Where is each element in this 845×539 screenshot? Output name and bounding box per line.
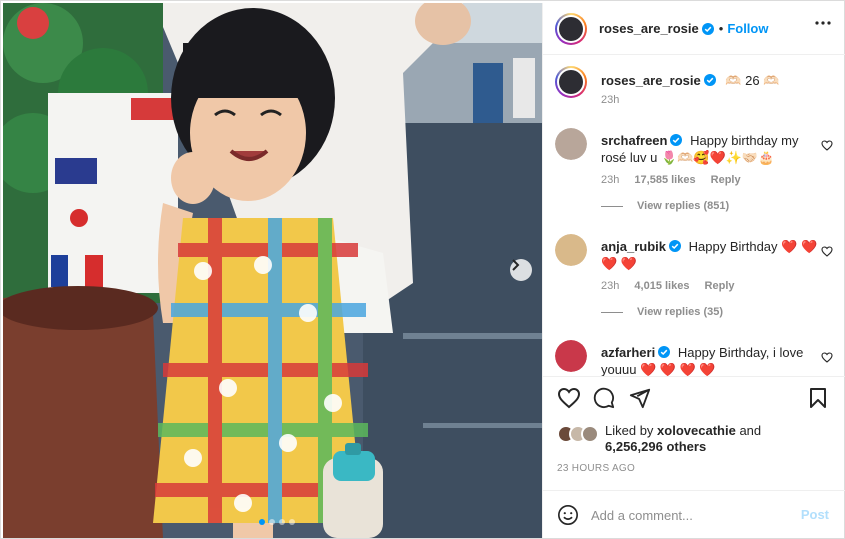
comment-bubble-icon[interactable] — [593, 387, 615, 409]
commenter-username[interactable]: anja_rubik — [601, 239, 666, 254]
verified-badge-icon — [703, 74, 716, 86]
post-timestamp: 23 HOURS AGO — [557, 463, 636, 474]
instagram-post-modal: roses_are_rosie • Follow roses_are_rosie… — [0, 0, 845, 539]
view-replies-label: View replies (851) — [637, 200, 730, 212]
likes-count[interactable]: 6,256,296 others — [605, 439, 706, 454]
likes-summary[interactable]: Liked by xolovecathie and 6,256,296 othe… — [557, 421, 845, 457]
verified-badge-icon — [658, 346, 671, 358]
commenter-username[interactable]: azfarheri — [601, 345, 655, 360]
add-comment-bar: Post — [543, 490, 845, 538]
commenter-avatar[interactable] — [555, 128, 587, 160]
comment-likes[interactable]: 17,585 likes — [634, 174, 695, 186]
commenter-username[interactable]: srchafreen — [601, 133, 667, 148]
post-side-panel: roses_are_rosie • Follow roses_are_rosie… — [542, 3, 845, 538]
carousel-dot — [279, 519, 285, 525]
save-bookmark-icon[interactable] — [809, 387, 827, 409]
like-comment-heart-icon[interactable] — [821, 352, 833, 363]
reply-button[interactable]: Reply — [705, 280, 735, 292]
commenter-avatar[interactable] — [555, 340, 587, 372]
more-options-icon[interactable] — [815, 21, 831, 25]
post-comment-button[interactable]: Post — [801, 507, 829, 522]
emoji-smiley-icon[interactable] — [557, 504, 579, 526]
comment-input[interactable] — [591, 505, 791, 525]
like-comment-heart-icon[interactable] — [821, 140, 833, 151]
comment-item: azfarheri Happy Birthday, i love youuu ❤… — [555, 340, 835, 376]
comment-time: 23h — [601, 174, 620, 186]
carousel-dot — [289, 519, 295, 525]
liker-avatars — [557, 425, 601, 445]
share-paper-plane-icon[interactable] — [629, 387, 651, 409]
carousel-dot — [269, 519, 275, 525]
post-photo[interactable] — [3, 3, 542, 538]
caption-text: 🫶🏻 26 🫶🏻 — [725, 73, 780, 88]
photo-illustration — [3, 3, 542, 538]
commenter-avatar[interactable] — [555, 234, 587, 266]
likes-prefix: Liked by — [605, 423, 654, 438]
caption-time: 23h — [601, 94, 620, 106]
liker-username[interactable]: xolovecathie — [657, 423, 736, 438]
comment-likes[interactable]: 4,015 likes — [634, 280, 689, 292]
comments-list[interactable]: roses_are_rosie 🫶🏻 26 🫶🏻 23h srchafreen … — [543, 56, 845, 376]
caption-avatar[interactable] — [555, 66, 587, 98]
header-separator: • — [718, 21, 724, 36]
comment-time: 23h — [601, 280, 620, 292]
post-caption: roses_are_rosie 🫶🏻 26 🫶🏻 23h — [555, 66, 835, 116]
author-username[interactable]: roses_are_rosie — [599, 21, 699, 36]
post-header: roses_are_rosie • Follow — [543, 3, 845, 55]
like-comment-heart-icon[interactable] — [821, 246, 833, 257]
verified-badge-icon — [701, 22, 714, 35]
view-replies-button[interactable]: View replies (35) — [601, 306, 723, 318]
comment-item: srchafreen Happy birthday my rosé luv u … — [555, 128, 835, 208]
reply-button[interactable]: Reply — [711, 174, 741, 186]
likes-conjunction: and — [739, 423, 762, 438]
post-action-bar — [543, 376, 845, 420]
carousel-dot — [259, 519, 265, 525]
view-replies-button[interactable]: View replies (851) — [601, 200, 729, 212]
caption-username[interactable]: roses_are_rosie — [601, 73, 701, 88]
likes-text: Liked by xolovecathie and 6,256,296 othe… — [605, 423, 825, 455]
comment-item: anja_rubik Happy Birthday ❤️ ❤️ ❤️ ❤️ 23… — [555, 234, 835, 314]
liker-avatar — [581, 425, 599, 443]
view-replies-label: View replies (35) — [637, 306, 724, 318]
next-slide-button[interactable] — [510, 259, 532, 281]
follow-button[interactable]: Follow — [727, 21, 768, 36]
carousel-indicator — [259, 519, 295, 525]
chevron-right-icon — [512, 259, 520, 271]
like-heart-icon[interactable] — [557, 387, 581, 409]
verified-badge-icon — [669, 240, 682, 252]
verified-badge-icon — [670, 134, 683, 146]
author-avatar[interactable] — [555, 12, 587, 45]
